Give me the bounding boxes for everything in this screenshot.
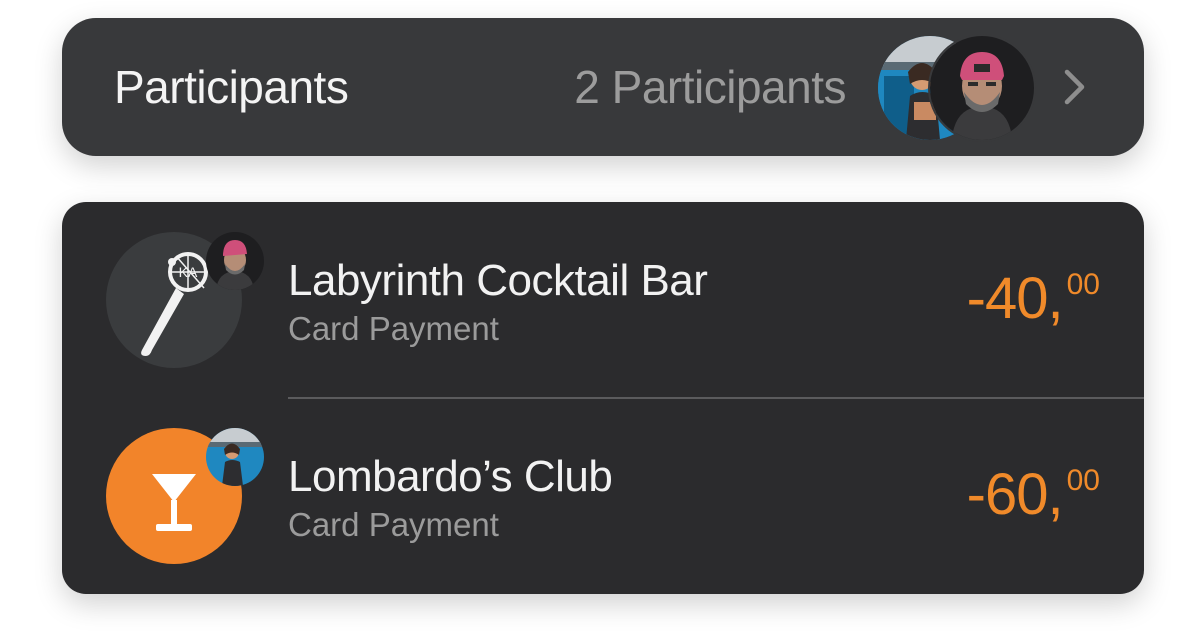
payer-avatar-man: [206, 232, 264, 290]
amount-main: -60,: [966, 462, 1064, 527]
transactions-list: KA Labyrinth Cocktail Bar Card Payment -…: [62, 202, 1144, 594]
participants-title: Participants: [114, 61, 349, 113]
amount-main: -40,: [966, 266, 1064, 331]
participants-count: 2 Participants: [574, 61, 846, 113]
participant-avatars: [878, 36, 1038, 140]
merchant-name: Lombardo’s Club: [288, 452, 613, 501]
participant-avatar-man: [930, 36, 1034, 140]
transaction-row[interactable]: Lombardo’s Club Card Payment -60, 00: [62, 398, 1144, 594]
amount-cents: 00: [1066, 464, 1100, 497]
logo-text: KA: [179, 264, 198, 280]
merchant-name: Labyrinth Cocktail Bar: [288, 256, 708, 305]
payment-type: Card Payment: [288, 310, 499, 347]
transaction-amount: -60, 00: [967, 464, 1100, 526]
transaction-amount: -40, 00: [967, 268, 1100, 330]
chevron-right-icon[interactable]: [1050, 62, 1100, 112]
payment-type: Card Payment: [288, 506, 499, 543]
amount-cents: 00: [1066, 268, 1100, 301]
participants-row[interactable]: Participants 2 Participants: [62, 18, 1144, 156]
payer-avatar-woman: [206, 428, 264, 486]
transaction-row[interactable]: KA Labyrinth Cocktail Bar Card Payment -…: [62, 202, 1144, 398]
